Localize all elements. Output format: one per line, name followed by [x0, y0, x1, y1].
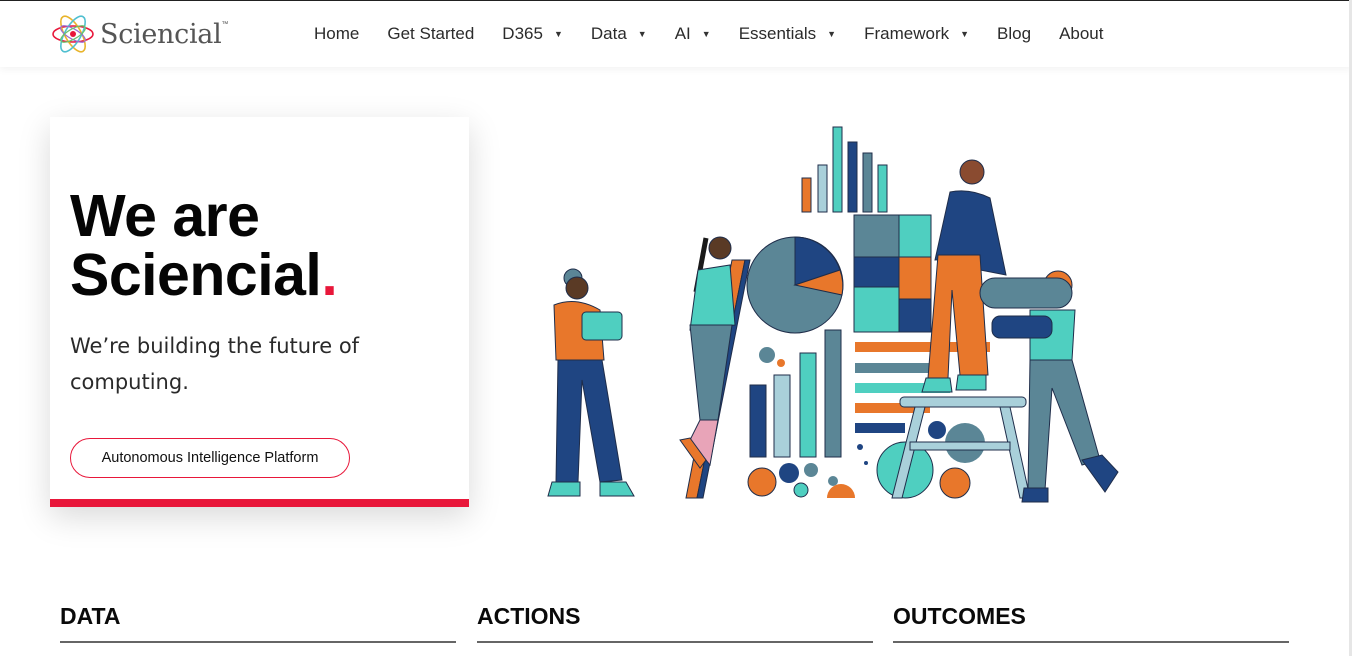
illustration-bubble	[928, 421, 946, 439]
person-left-figure	[547, 268, 635, 497]
main-nav: Home Get Started D365 ▼ Data ▼ AI ▼ Esse…	[300, 1, 1132, 67]
nav-item-label: Home	[314, 24, 360, 43]
section-actions-heading: ACTIONS	[477, 603, 581, 629]
person-standing-figure	[921, 159, 1007, 393]
nav-item-about[interactable]: About	[1059, 24, 1103, 44]
illustration-bubble	[779, 463, 799, 483]
caret-down-icon: ▼	[553, 29, 563, 39]
section-data-heading: DATA	[60, 603, 121, 629]
site-header: Sciencial ™ Home Get Started D365 ▼ Data…	[0, 1, 1352, 67]
illustration-bar	[847, 141, 858, 213]
caret-down-icon: ▼	[960, 29, 970, 39]
illustration-bar	[832, 126, 843, 213]
nav-item-essentials[interactable]: Essentials ▼	[739, 24, 836, 44]
illustration-bar	[749, 384, 767, 458]
hero-title: We are Sciencial.	[70, 187, 338, 308]
hero-subtitle: We’re building the future of computing.	[70, 334, 360, 394]
illustration-bubble	[777, 359, 785, 367]
person-carrying-figure	[979, 270, 1119, 503]
pie-chart-graphic	[746, 236, 844, 334]
section-data: DATA	[60, 603, 456, 643]
illustration-bar	[824, 329, 842, 458]
hero-card: We are Sciencial. We’re building the fut…	[50, 117, 469, 507]
illustration-bubble	[828, 476, 838, 486]
illustration-bar	[801, 177, 812, 213]
illustration-bubble	[747, 467, 777, 497]
illustration-bar	[799, 352, 817, 458]
illustration-bubble	[759, 347, 775, 363]
section-outcomes: OUTCOMES	[893, 603, 1289, 643]
caret-down-icon: ▼	[637, 29, 647, 39]
illustration-bubble	[939, 467, 971, 499]
illustration-hbar	[855, 423, 905, 433]
section-outcomes-heading: OUTCOMES	[893, 603, 1026, 629]
person-ladder-figure	[679, 236, 736, 469]
brand-name: Sciencial	[100, 18, 222, 50]
illustration-bubble	[857, 444, 863, 450]
illustration-bubble	[864, 461, 868, 465]
caret-down-icon: ▼	[827, 29, 837, 39]
nav-item-label: Blog	[997, 24, 1032, 43]
illustration-bar	[862, 152, 873, 213]
illustration-bar	[817, 164, 828, 213]
nav-item-label: Get Started	[387, 24, 475, 43]
nav-item-label: Essentials	[738, 24, 817, 43]
nav-item-label: Framework	[864, 24, 950, 43]
nav-item-d365[interactable]: D365 ▼	[502, 24, 563, 44]
nav-item-get-started[interactable]: Get Started	[387, 24, 474, 44]
data-team-illustration	[547, 126, 1119, 503]
nav-item-label: Data	[590, 24, 627, 43]
brand-trademark: ™	[221, 20, 229, 28]
illustration-bubble	[793, 482, 809, 498]
nav-item-label: About	[1059, 24, 1104, 43]
grid-blocks	[853, 214, 932, 333]
hero-title-dot: .	[321, 242, 338, 308]
nav-item-framework[interactable]: Framework ▼	[864, 24, 969, 44]
illustration-bar	[877, 164, 888, 213]
nav-item-blog[interactable]: Blog	[997, 24, 1031, 44]
nav-item-ai[interactable]: AI ▼	[675, 24, 711, 44]
hero-title-line2: Sciencial	[70, 242, 322, 308]
nav-item-label: AI	[674, 24, 691, 43]
hero-title-line1: We are	[70, 183, 260, 249]
nav-item-label: D365	[502, 24, 543, 43]
illustration-hbar	[855, 363, 940, 373]
nav-item-data[interactable]: Data ▼	[591, 24, 647, 44]
nav-item-home[interactable]: Home	[314, 24, 359, 44]
brand-logo[interactable]: Sciencial ™	[50, 11, 228, 57]
illustration-bubble	[804, 463, 818, 477]
illustration-bubble	[827, 484, 855, 498]
caret-down-icon: ▼	[701, 29, 711, 39]
illustration-bar	[773, 374, 791, 458]
autonomous-intelligence-platform-button[interactable]: Autonomous Intelligence Platform	[70, 438, 350, 478]
section-actions: ACTIONS	[477, 603, 873, 643]
atom-logo-icon	[52, 15, 94, 53]
